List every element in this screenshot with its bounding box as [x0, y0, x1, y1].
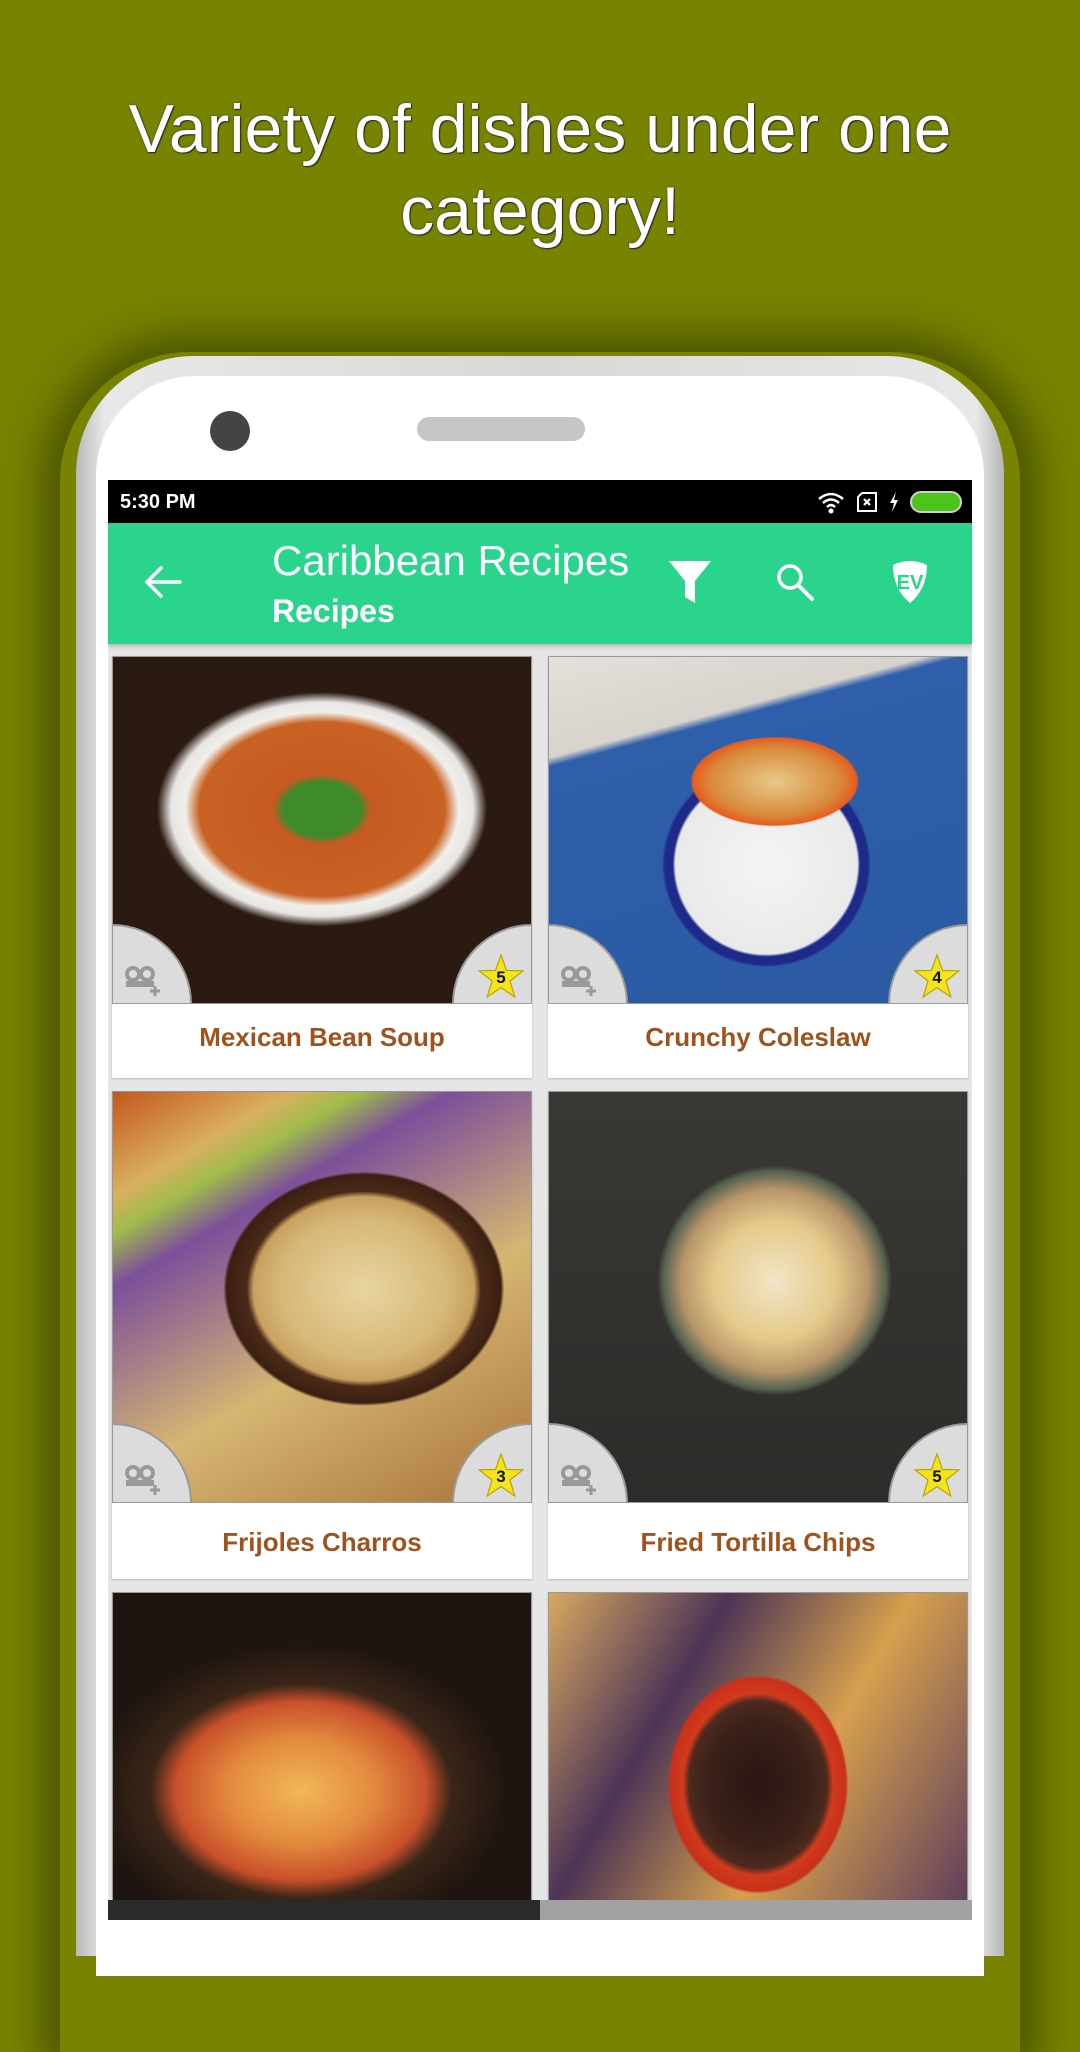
- rating-badge: 4: [888, 924, 967, 1003]
- phone-screen: 5:30 PM Caribbean Recipes Recipes EV 5 M…: [108, 480, 972, 1920]
- battery-icon: [910, 491, 962, 513]
- rating-badge: 5: [888, 1423, 967, 1502]
- owl-add-icon: [561, 1465, 596, 1495]
- svg-text:EV: EV: [897, 572, 924, 594]
- recipe-image: [112, 1592, 532, 1920]
- rating-badge: 3: [452, 1423, 531, 1502]
- recipe-card[interactable]: 4 Crunchy Coleslaw: [548, 656, 968, 1078]
- add-to-favorites-badge[interactable]: [113, 1423, 192, 1502]
- back-arrow-icon: [144, 566, 182, 598]
- add-to-favorites-badge[interactable]: [549, 924, 628, 1003]
- star-icon: 3: [477, 1452, 525, 1498]
- recipe-title: Fried Tortilla Chips: [640, 1527, 876, 1557]
- recipe-card[interactable]: 3 Frijoles Charros: [112, 1091, 532, 1579]
- star-icon: 4: [913, 953, 961, 999]
- nav-bar-right: [540, 1900, 972, 1920]
- search-icon: [777, 564, 814, 601]
- star-icon: 5: [477, 953, 525, 999]
- rating-value: 3: [496, 1467, 506, 1486]
- rating-value: 4: [932, 968, 942, 987]
- recipe-card[interactable]: [548, 1592, 968, 1920]
- ev-shield-logo-icon: EV: [893, 561, 927, 603]
- rating-badge: 5: [452, 924, 531, 1003]
- owl-add-icon: [125, 966, 160, 996]
- recipe-image: 5: [112, 656, 532, 1004]
- recipe-image: 3: [112, 1091, 532, 1503]
- add-to-favorites-badge[interactable]: [549, 1423, 628, 1502]
- recipe-image: 4: [548, 656, 968, 1004]
- no-sim-icon: [857, 492, 877, 512]
- recipe-card[interactable]: 5 Fried Tortilla Chips: [548, 1091, 968, 1579]
- recipe-image: [548, 1592, 968, 1920]
- nav-bar-left: [108, 1900, 540, 1920]
- status-bar: 5:30 PM: [108, 480, 972, 523]
- app-subtitle: Recipes: [272, 593, 395, 629]
- app-bar: Caribbean Recipes Recipes EV: [108, 523, 972, 644]
- rating-value: 5: [496, 968, 506, 987]
- promo-line-2: category!: [400, 173, 680, 249]
- promo-line-1: Variety of dishes under one: [128, 91, 952, 167]
- phone-camera: [210, 411, 250, 451]
- phone-speaker: [417, 417, 585, 441]
- owl-add-icon: [561, 966, 596, 996]
- star-icon: 5: [913, 1452, 961, 1498]
- charging-icon: [890, 492, 898, 512]
- recipe-card[interactable]: 5 Mexican Bean Soup: [112, 656, 532, 1078]
- back-button[interactable]: [142, 561, 184, 603]
- recipe-title: Crunchy Coleslaw: [645, 1022, 871, 1052]
- recipe-image: 5: [548, 1091, 968, 1503]
- search-button[interactable]: [770, 557, 820, 607]
- filter-icon: [669, 561, 711, 603]
- status-time: 5:30 PM: [120, 491, 196, 513]
- recipe-title: Mexican Bean Soup: [199, 1022, 445, 1052]
- owl-add-icon: [125, 1465, 160, 1495]
- recipe-title: Frijoles Charros: [222, 1527, 422, 1557]
- promo-headline: Variety of dishes under one category!: [0, 88, 1080, 252]
- ev-logo-button[interactable]: EV: [885, 557, 935, 607]
- rating-value: 5: [932, 1467, 942, 1486]
- app-title: Caribbean Recipes: [272, 537, 630, 584]
- recipe-card[interactable]: [112, 1592, 532, 1920]
- filter-button[interactable]: [665, 557, 715, 607]
- wifi-icon: [818, 492, 844, 514]
- add-to-favorites-badge[interactable]: [113, 924, 192, 1003]
